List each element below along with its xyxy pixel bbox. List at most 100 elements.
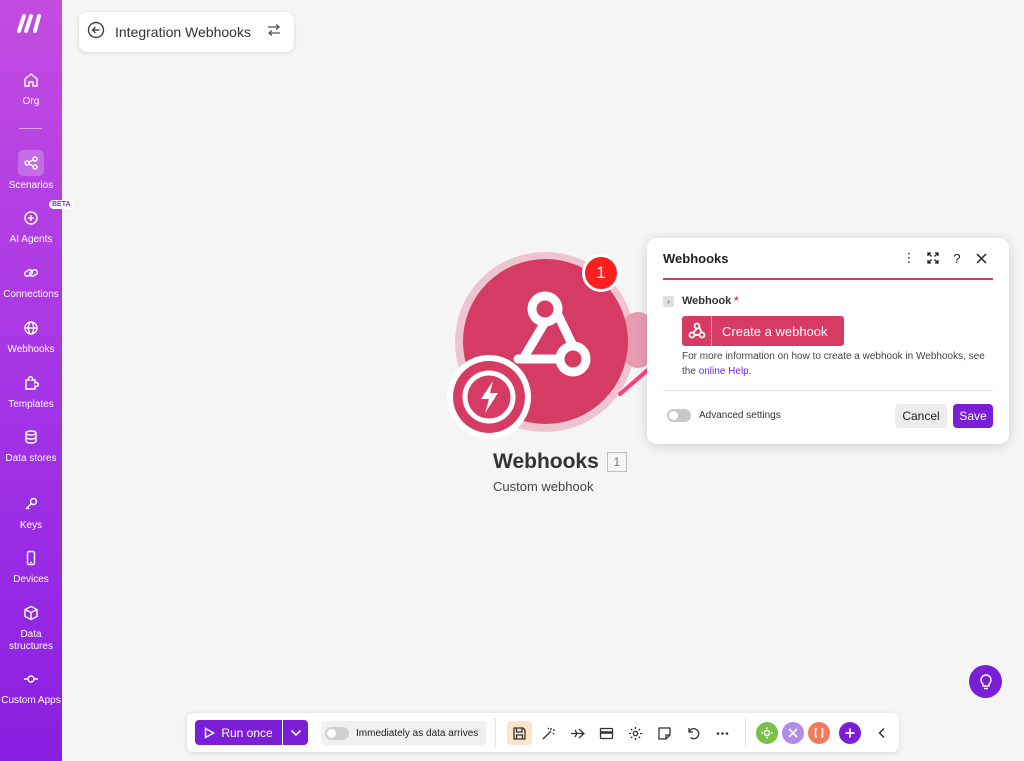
help-text-suffix: . [748, 366, 752, 377]
database-icon [19, 425, 43, 449]
flow-control-button[interactable] [782, 722, 804, 744]
dialog-divider [663, 390, 993, 391]
online-help-link[interactable]: online Help [699, 366, 749, 377]
sidebar-item-label: Templates [8, 399, 54, 410]
commit-icon [19, 667, 43, 691]
lightning-icon [462, 370, 516, 424]
webhook-field-label: › Webhook * [663, 295, 739, 307]
sidebar-item-ai-agents[interactable]: BETA AI Agents [0, 200, 74, 246]
run-once-button[interactable]: Run once [195, 720, 282, 745]
instant-trigger-badge[interactable] [453, 361, 525, 433]
play-icon [205, 726, 216, 739]
notes-button[interactable] [652, 721, 677, 745]
run-once-label: Run once [221, 725, 273, 740]
sidebar-item-webhooks[interactable]: Webhooks [0, 316, 62, 356]
lightbulb-help-button[interactable] [969, 665, 1002, 698]
beta-badge: BETA [49, 200, 74, 209]
scenario-settings-button[interactable] [623, 721, 648, 745]
schedule-label: Immediately as data arrives [356, 727, 479, 739]
plus-icon [845, 728, 855, 738]
sidebar-item-label: Keys [19, 520, 43, 531]
sidebar-item-custom-apps[interactable]: Custom Apps [0, 667, 62, 707]
home-icon [19, 68, 43, 92]
sidebar-item-label: Devices [13, 574, 49, 585]
ai-agent-icon: BETA [19, 200, 74, 230]
chevron-down-icon [290, 729, 301, 736]
create-webhook-button[interactable]: Create a webhook [682, 316, 844, 346]
module-subtitle: Custom webhook [493, 479, 594, 494]
tools-module-button[interactable] [756, 722, 778, 744]
scenario-io-button[interactable] [594, 721, 619, 745]
text-parser-button[interactable] [808, 722, 830, 744]
required-mark: * [734, 295, 739, 307]
sidebar-item-scenarios[interactable]: Scenarios [0, 150, 62, 192]
more-options-icon[interactable]: ⋮ [897, 246, 921, 270]
auto-align-button[interactable] [536, 721, 561, 745]
scenario-header: Integration Webhooks [79, 12, 294, 52]
module-settings-dialog: Webhooks ⋮ ? › Webhook * Create a webhoo… [647, 238, 1009, 444]
explain-flow-button[interactable] [565, 721, 590, 745]
sidebar-item-devices[interactable]: Devices [0, 546, 62, 586]
globe-icon [19, 316, 43, 340]
floppy-icon [513, 726, 526, 740]
ellipsis-icon [716, 731, 729, 735]
airplane-icon [571, 728, 585, 738]
sidebar-item-label: Scenarios [8, 180, 54, 191]
close-icon[interactable] [969, 246, 993, 270]
expand-icon[interactable] [921, 246, 945, 270]
note-icon [658, 726, 671, 740]
toolbar-divider [745, 718, 746, 747]
cancel-button[interactable]: Cancel [895, 404, 947, 428]
gear-icon [629, 726, 642, 740]
help-text: For more information on how to create a … [682, 349, 992, 379]
collapse-toolbar-button[interactable] [869, 721, 894, 745]
schedule-setting[interactable]: Immediately as data arrives [321, 721, 486, 745]
flow-control-icon [788, 728, 798, 738]
schedule-toggle[interactable] [325, 726, 349, 740]
link-icon [19, 261, 43, 285]
run-options-dropdown[interactable] [283, 720, 308, 745]
chevron-left-icon [877, 727, 885, 739]
brackets-icon [814, 728, 824, 738]
sidebar-item-keys[interactable]: Keys [0, 492, 62, 532]
sidebar-item-label: Org [22, 96, 40, 107]
sidebar-divider [19, 128, 42, 129]
save-scenario-button[interactable] [507, 721, 532, 745]
module-number: 1 [606, 452, 627, 472]
sidebar-item-label: Data stores [5, 453, 57, 464]
create-webhook-label: Create a webhook [722, 323, 828, 339]
gear-icon [761, 727, 773, 739]
sidebar-item-label: Webhooks [7, 344, 55, 355]
scenario-title[interactable]: Integration Webhooks [115, 24, 266, 40]
dialog-title: Webhooks [663, 250, 729, 266]
make-logo[interactable] [16, 12, 44, 34]
sidebar-item-connections[interactable]: Connections [0, 261, 62, 301]
toolbar-divider [495, 718, 496, 747]
advanced-settings-label: Advanced settings [699, 410, 781, 421]
advanced-settings: Advanced settings [667, 409, 781, 422]
add-module-button[interactable] [839, 722, 861, 744]
undo-icon [688, 727, 700, 739]
sidebar-item-label: Custom Apps [1, 695, 61, 706]
sidebar-item-label: Connections [3, 289, 59, 300]
lightbulb-icon [979, 673, 992, 689]
sidebar-item-label: AI Agents [9, 234, 53, 245]
cube-icon [19, 601, 43, 625]
sidebar-item-data-stores[interactable]: Data stores [0, 425, 62, 465]
sidebar-item-templates[interactable]: Templates [0, 371, 62, 411]
field-label-text: Webhook [682, 295, 732, 307]
advanced-settings-toggle[interactable] [667, 409, 691, 422]
undo-button[interactable] [681, 721, 706, 745]
help-icon[interactable]: ? [945, 246, 969, 270]
chevron-right-icon[interactable]: › [663, 295, 674, 307]
more-tools-button[interactable] [710, 721, 735, 745]
module-name: Webhooks 1 [493, 450, 627, 474]
back-arrow-icon[interactable] [87, 21, 105, 44]
sidebar-item-label: Data structures [9, 629, 53, 652]
sidebar-item-org[interactable]: Org [0, 68, 62, 108]
save-button[interactable]: Save [953, 404, 993, 428]
share-nodes-icon [18, 150, 44, 176]
sidebar-item-data-structures[interactable]: Data structures [0, 601, 62, 653]
swap-arrows-icon[interactable] [266, 22, 282, 43]
module-title: Webhooks [493, 450, 599, 473]
